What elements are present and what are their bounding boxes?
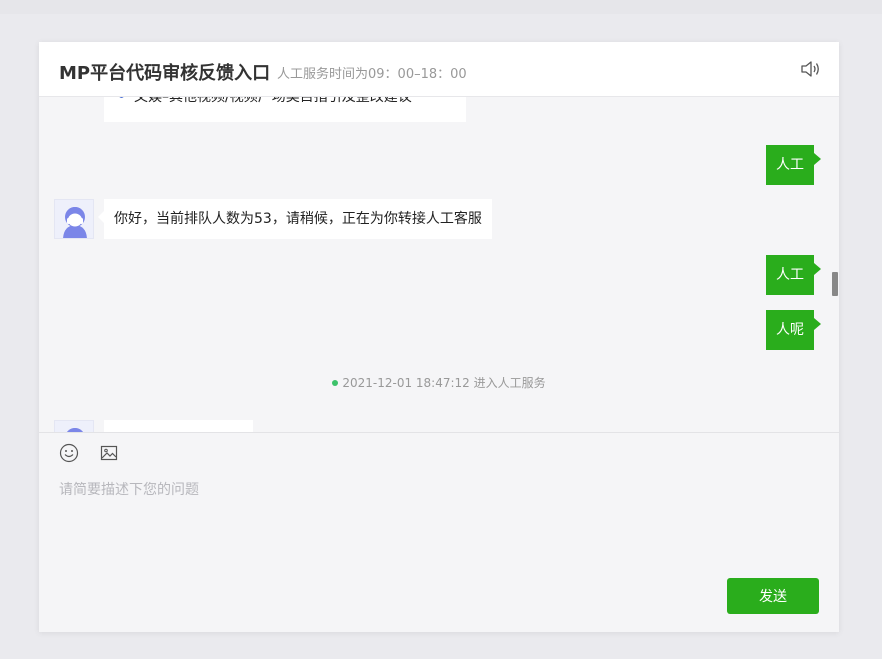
image-icon[interactable] <box>99 443 119 463</box>
agent-avatar-icon <box>67 428 83 432</box>
system-notice-text: 2021-12-01 18:47:12 进入人工服务 <box>342 376 546 390</box>
chat-scrollbar[interactable] <box>832 272 838 296</box>
message-input[interactable] <box>59 479 819 569</box>
chat-window: MP平台代码审核反馈入口 人工服务时间为09：00–18：00 文娱–其他视频/… <box>39 42 839 632</box>
faq-option-item[interactable]: 文娱–其他视频/视频广场类目指引及整改建议 › <box>104 97 466 122</box>
message-text: 人呢 <box>776 322 804 338</box>
message-text: 人工 <box>776 157 804 173</box>
faq-option-label: 文娱–其他视频/视频广场类目指引及整改建议 <box>134 97 412 105</box>
message-list[interactable]: 文娱–其他视频/视频广场类目指引及整改建议 › 人工 你好，当前排队人数为53，… <box>39 97 839 432</box>
message-text: 你好，当前排队人数为53，请稍候，正在为你转接人工客服 <box>114 211 482 227</box>
message-bubble-user: 人工 <box>766 255 821 295</box>
agent-avatar <box>54 199 94 239</box>
status-dot <box>332 380 339 386</box>
service-hours: 人工服务时间为09：00–18：00 <box>277 67 467 82</box>
composer: 发送 <box>39 432 839 632</box>
chevron-right-icon: › <box>442 97 448 102</box>
agent-avatar <box>54 420 94 432</box>
chat-header: MP平台代码审核反馈入口 人工服务时间为09：00–18：00 <box>39 42 839 97</box>
message-bubble-agent-partial <box>104 420 253 432</box>
bullet-icon <box>119 97 124 98</box>
system-notice: 2021-12-01 18:47:12 进入人工服务 <box>39 374 839 391</box>
page-top-shade <box>0 0 882 14</box>
message-bubble-user: 人工 <box>766 145 821 185</box>
agent-avatar-icon <box>63 207 87 238</box>
message-text: 人工 <box>776 267 804 283</box>
page-title: MP平台代码审核反馈入口 <box>59 63 271 84</box>
message-bubble-agent: 你好，当前排队人数为53，请稍候，正在为你转接人工客服 <box>98 199 492 239</box>
speaker-icon[interactable] <box>799 58 821 80</box>
message-bubble-user: 人呢 <box>766 310 821 350</box>
send-button[interactable]: 发送 <box>727 578 819 614</box>
smiley-icon[interactable] <box>59 443 79 463</box>
